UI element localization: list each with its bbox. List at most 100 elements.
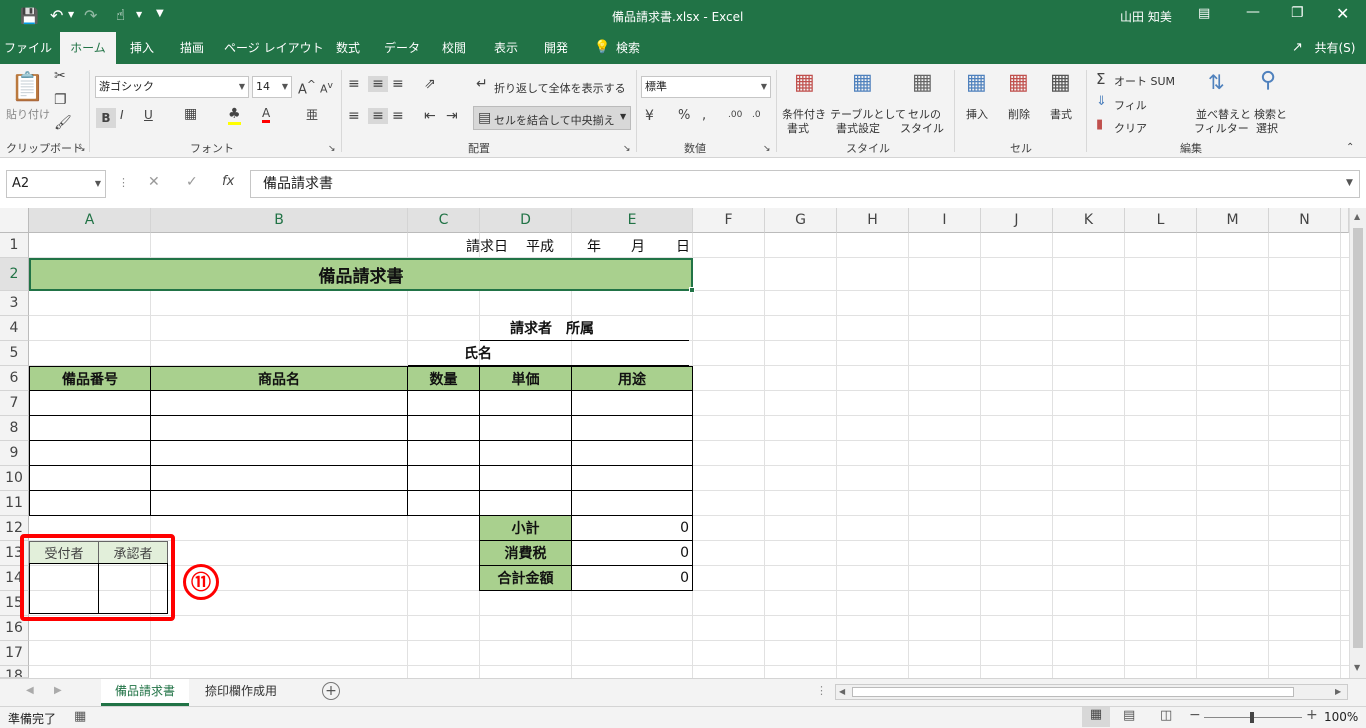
zoom-slider[interactable] <box>1204 712 1302 723</box>
share-icon[interactable]: ↗ <box>1292 40 1303 55</box>
row-header-17[interactable]: 17 <box>0 641 29 666</box>
row-header-6[interactable]: 6 <box>0 366 29 391</box>
paste-icon[interactable]: 📋 <box>10 70 45 103</box>
wrap-text-button[interactable]: 折り返して全体を表示する <box>494 80 626 96</box>
autosum-icon[interactable]: Σ <box>1096 70 1105 88</box>
sheet-tab[interactable]: 捺印欄作成用 <box>191 679 291 706</box>
align-middle-icon[interactable]: ≡ <box>368 76 388 92</box>
font-color-icon[interactable]: A <box>262 106 271 123</box>
tab-file[interactable]: ファイル <box>4 32 52 64</box>
requester-cell[interactable]: 請求者 所属 <box>480 316 689 341</box>
row-header-1[interactable]: 1 <box>0 233 29 258</box>
zoom-slider-thumb[interactable] <box>1250 712 1254 723</box>
column-header-f[interactable]: F <box>693 208 765 233</box>
touch-mode-icon[interactable]: ☝ <box>116 6 125 24</box>
name-box[interactable]: A2 ▼ <box>6 170 106 198</box>
delete-cells-button[interactable]: 削除 <box>1008 106 1030 122</box>
cell-styles-line2[interactable]: スタイル <box>900 120 944 136</box>
copy-icon[interactable]: ❐ <box>54 92 67 108</box>
format-painter-icon[interactable]: 🖌 <box>54 115 72 131</box>
save-icon[interactable]: 💾 <box>20 7 39 25</box>
insert-cells-button[interactable]: 挿入 <box>966 106 988 122</box>
tab-view[interactable]: 表示 <box>486 32 526 64</box>
column-header-e[interactable]: E <box>572 208 693 233</box>
column-header-i[interactable]: I <box>909 208 981 233</box>
zoom-out-icon[interactable]: − <box>1189 707 1201 723</box>
find-select-icon[interactable]: ⚲ <box>1260 68 1276 93</box>
format-as-table-line2[interactable]: 書式設定 <box>836 120 880 136</box>
tax-label-cell[interactable]: 消費税 <box>479 540 572 566</box>
row-header-7[interactable]: 7 <box>0 391 29 416</box>
total-value-cell[interactable]: 0 <box>571 565 693 591</box>
vertical-scrollbar[interactable]: ▲ ▼ <box>1349 208 1366 678</box>
header-unit-price[interactable]: 単価 <box>479 366 572 391</box>
enter-icon[interactable]: ✓ <box>186 174 198 190</box>
border-icon[interactable]: ▦ <box>184 106 197 122</box>
close-icon[interactable]: ✕ <box>1336 4 1349 23</box>
table-body[interactable] <box>29 390 693 516</box>
fill-color-icon[interactable]: ♣ <box>228 106 241 125</box>
column-header-n[interactable]: N <box>1269 208 1341 233</box>
worksheet-grid[interactable]: A B C D E F G H I J K L M N 1 2 3 4 5 6 … <box>0 208 1366 678</box>
header-quantity[interactable]: 数量 <box>407 366 480 391</box>
fill-button[interactable]: フィル <box>1114 97 1147 113</box>
row-header-3[interactable]: 3 <box>0 291 29 316</box>
fill-handle[interactable] <box>689 287 695 293</box>
touch-dropdown-icon[interactable]: ▼ <box>136 10 142 19</box>
scroll-right-icon[interactable]: ▶ <box>1335 687 1341 696</box>
cell-styles-icon[interactable]: ▦ <box>912 70 933 95</box>
clear-button[interactable]: クリア <box>1114 120 1147 136</box>
request-date-label[interactable]: 請求日 <box>466 233 508 258</box>
next-sheet-icon[interactable]: ▶ <box>54 685 62 696</box>
user-name[interactable]: 山田 知美 <box>1120 8 1172 25</box>
orientation-icon[interactable]: ⇗ <box>424 76 436 92</box>
underline-icon[interactable]: U <box>144 108 153 122</box>
wrap-text-icon[interactable]: ↵ <box>476 76 488 92</box>
tab-data[interactable]: データ <box>380 32 424 64</box>
column-header-b[interactable]: B <box>151 208 408 233</box>
row-header-10[interactable]: 10 <box>0 466 29 491</box>
tax-value-cell[interactable]: 0 <box>571 540 693 566</box>
ribbon-display-icon[interactable]: ▤ <box>1198 6 1210 21</box>
scroll-up-icon[interactable]: ▲ <box>1354 212 1360 221</box>
header-item-no[interactable]: 備品番号 <box>29 366 151 391</box>
comma-style-icon[interactable]: , <box>702 108 706 123</box>
request-date-month[interactable]: 月 <box>631 233 645 258</box>
number-format-combo[interactable]: 標準 ▼ <box>641 76 771 98</box>
cancel-icon[interactable]: ✕ <box>148 174 160 190</box>
add-sheet-icon[interactable]: + <box>322 682 340 700</box>
request-date-year[interactable]: 年 <box>587 233 601 258</box>
percent-icon[interactable]: % <box>678 108 690 123</box>
column-header-k[interactable]: K <box>1053 208 1125 233</box>
paste-button-label[interactable]: 貼り付け <box>6 106 50 122</box>
increase-indent-icon[interactable]: ⇥ <box>446 108 458 124</box>
column-header-d[interactable]: D <box>480 208 572 233</box>
sort-filter-line2[interactable]: フィルター <box>1194 120 1249 136</box>
align-left-icon[interactable]: ≡ <box>348 108 360 124</box>
column-header-l[interactable]: L <box>1125 208 1197 233</box>
total-label-cell[interactable]: 合計金額 <box>479 565 572 591</box>
conditional-format-icon[interactable]: ▦ <box>794 70 815 95</box>
alignment-launcher-icon[interactable]: ↘ <box>623 144 631 154</box>
zoom-in-icon[interactable]: + <box>1306 707 1318 723</box>
expand-formula-icon[interactable]: ▼ <box>1346 178 1353 188</box>
increase-decimal-icon[interactable]: .00 <box>728 110 742 120</box>
format-as-table-icon[interactable]: ▦ <box>852 70 873 95</box>
subtotal-label-cell[interactable]: 小計 <box>479 515 572 541</box>
insert-function-icon[interactable]: fx <box>222 174 234 189</box>
undo-icon[interactable]: ↶ <box>50 6 63 25</box>
prev-sheet-icon[interactable]: ◀ <box>26 685 34 696</box>
subtotal-value-cell[interactable]: 0 <box>571 515 693 541</box>
delete-cells-icon[interactable]: ▦ <box>1008 70 1029 95</box>
find-select-line2[interactable]: 選択 <box>1256 120 1278 136</box>
formula-input[interactable]: 備品請求書 <box>250 170 1360 198</box>
fill-icon[interactable]: ⇓ <box>1096 94 1107 109</box>
restore-icon[interactable]: ❐ <box>1291 5 1304 21</box>
grow-font-icon[interactable]: A^ <box>298 78 316 97</box>
phonetic-icon[interactable]: 亜 <box>306 106 318 123</box>
name-cell[interactable]: 氏名 <box>408 341 689 366</box>
align-right-icon[interactable]: ≡ <box>392 108 404 124</box>
tab-formulas[interactable]: 数式 <box>328 32 368 64</box>
header-purpose[interactable]: 用途 <box>571 366 693 391</box>
horizontal-scroll-thumb[interactable] <box>852 687 1294 697</box>
